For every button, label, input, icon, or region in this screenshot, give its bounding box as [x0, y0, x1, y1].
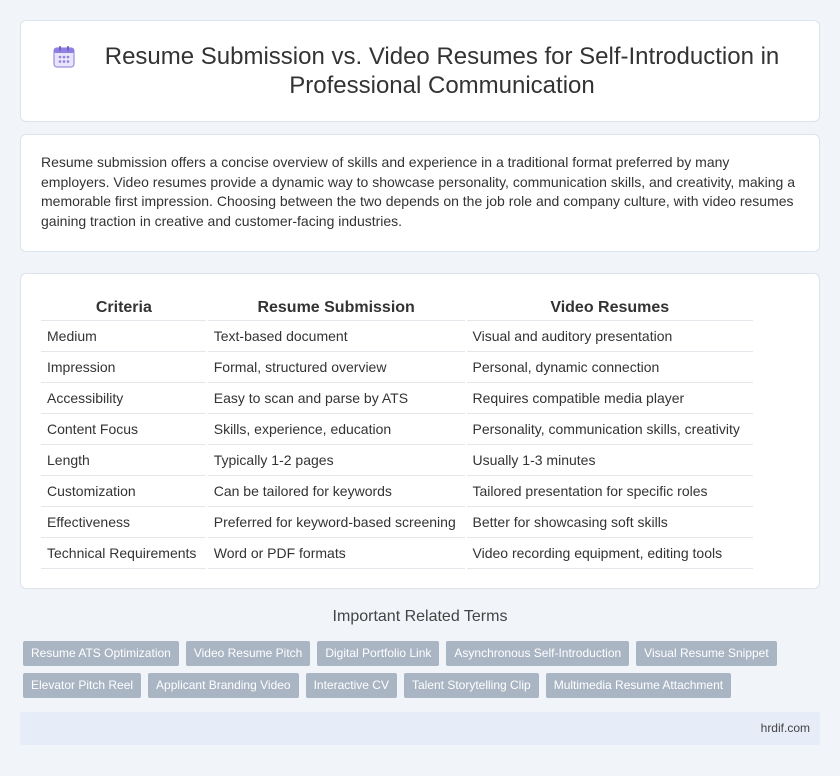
table-cell: Accessibility [41, 382, 208, 414]
table-cell: Impression [41, 351, 208, 383]
related-term-tag[interactable]: Resume ATS Optimization [23, 641, 179, 666]
table-row: Customization Can be tailored for keywor… [41, 475, 756, 507]
comparison-card: Criteria Resume Submission Video Resumes… [20, 273, 820, 589]
table-cell: Technical Requirements [41, 537, 208, 569]
table-cell: Typically 1-2 pages [206, 444, 467, 476]
footer-site-link[interactable]: hrdif.com [761, 721, 810, 735]
table-cell: Skills, experience, education [206, 413, 467, 445]
related-term-tag[interactable]: Video Resume Pitch [185, 641, 311, 666]
table-cell: Preferred for keyword-based screening [206, 506, 467, 538]
table-header-row: Criteria Resume Submission Video Resumes [41, 296, 754, 321]
table-row: Content Focus Skills, experience, educat… [41, 413, 756, 445]
table-cell: Text-based document [206, 320, 467, 352]
intro-text: Resume submission offers a concise overv… [41, 154, 795, 229]
header-video-resumes: Video Resumes [465, 296, 754, 321]
table-cell: Video recording equipment, editing tools [465, 537, 756, 569]
footer-bar: hrdif.com [20, 712, 820, 745]
table-cell: Effectiveness [41, 506, 208, 538]
related-terms-heading: Important Related Terms [332, 608, 508, 625]
table-row: Accessibility Easy to scan and parse by … [41, 382, 756, 414]
title-card: Resume Submission vs. Video Resumes for … [20, 20, 820, 122]
table-row: Length Typically 1-2 pages Usually 1-3 m… [41, 444, 756, 476]
table-cell: Personality, communication skills, creat… [465, 413, 756, 445]
table-cell: Better for showcasing soft skills [465, 506, 756, 538]
header-criteria: Criteria [41, 296, 207, 321]
related-term-tag[interactable]: Multimedia Resume Attachment [545, 673, 732, 698]
table-row: Medium Text-based document Visual and au… [41, 320, 756, 352]
related-terms-list: Resume ATS Optimization Video Resume Pit… [23, 641, 823, 705]
table-row: Effectiveness Preferred for keyword-base… [41, 506, 756, 538]
page-title: Resume Submission vs. Video Resumes for … [104, 43, 780, 99]
table-cell: Formal, structured overview [206, 351, 467, 383]
table-cell: Medium [41, 320, 208, 352]
related-term-tag[interactable]: Talent Storytelling Clip [403, 673, 539, 698]
related-term-tag[interactable]: Asynchronous Self-Introduction [446, 641, 630, 666]
intro-card: Resume submission offers a concise overv… [20, 134, 820, 252]
table-cell: Customization [41, 475, 208, 507]
table-cell: Word or PDF formats [206, 537, 467, 569]
related-term-tag[interactable]: Digital Portfolio Link [317, 641, 440, 666]
related-term-tag[interactable]: Interactive CV [305, 673, 397, 698]
table-cell: Personal, dynamic connection [465, 351, 756, 383]
related-term-tag[interactable]: Visual Resume Snippet [636, 641, 777, 666]
table-row: Technical Requirements Word or PDF forma… [41, 537, 756, 569]
table-row: Impression Formal, structured overview P… [41, 351, 756, 383]
calendar-icon [51, 44, 77, 70]
table-cell: Usually 1-3 minutes [465, 444, 756, 476]
table-cell: Tailored presentation for specific roles [465, 475, 756, 507]
related-term-tag[interactable]: Elevator Pitch Reel [23, 673, 142, 698]
table-cell: Can be tailored for keywords [206, 475, 467, 507]
table-cell: Length [41, 444, 208, 476]
table-cell: Content Focus [41, 413, 208, 445]
comparison-table: Criteria Resume Submission Video Resumes… [41, 296, 756, 569]
table-cell: Requires compatible media player [465, 382, 756, 414]
table-cell: Easy to scan and parse by ATS [206, 382, 467, 414]
table-cell: Visual and auditory presentation [465, 320, 756, 352]
header-resume-submission: Resume Submission [206, 296, 466, 321]
related-term-tag[interactable]: Applicant Branding Video [148, 673, 299, 698]
